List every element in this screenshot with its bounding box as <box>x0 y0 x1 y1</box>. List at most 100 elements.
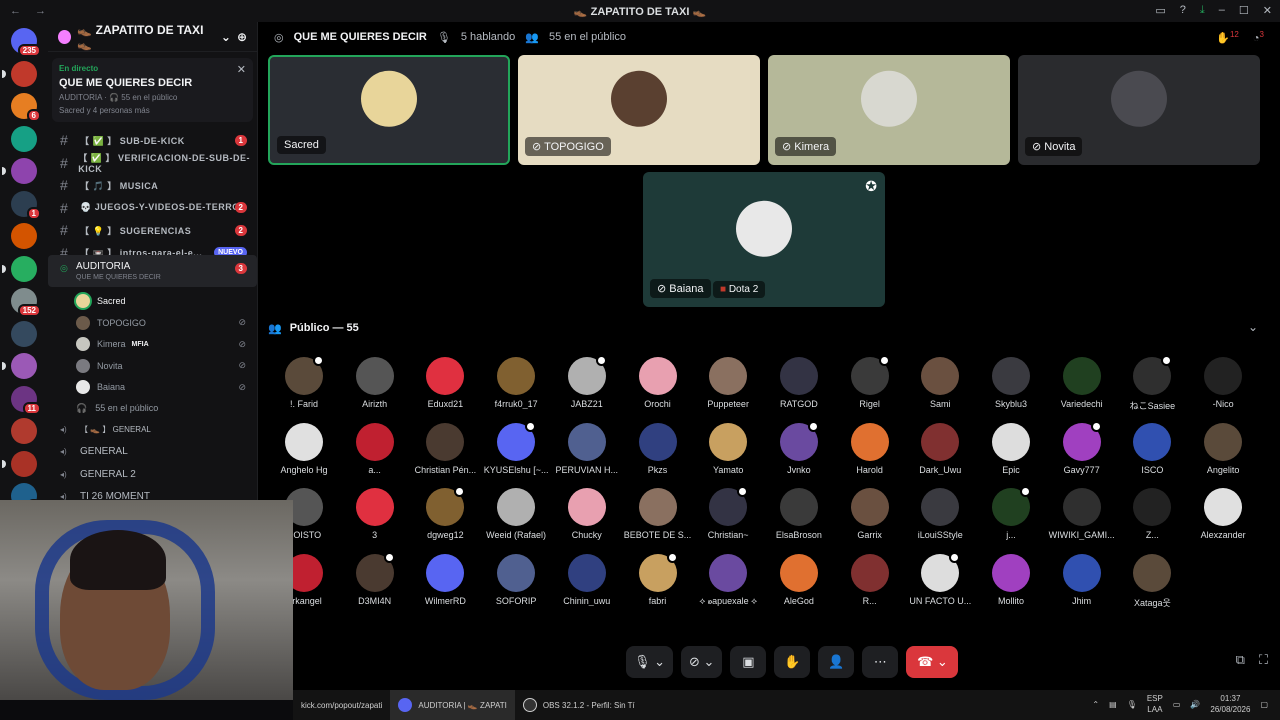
audience-member[interactable]: dgweg12 <box>410 486 480 540</box>
inbox-icon[interactable]: ▭ <box>1155 4 1165 17</box>
voice-channel[interactable]: ◂) GENERAL <box>48 442 257 462</box>
audience-member[interactable]: a... <box>340 422 410 475</box>
audience-member[interactable]: Yamato <box>693 422 763 475</box>
stage-user[interactable]: Baiana ⊘ <box>76 377 256 397</box>
audience-member[interactable]: Puppeteer <box>693 357 763 409</box>
language-indicator[interactable]: ESP LAA <box>1147 693 1163 715</box>
volume-icon[interactable]: 🔊 <box>1190 700 1200 709</box>
audience-member[interactable]: ElsaBroson <box>764 488 834 540</box>
activity-icon[interactable]: ◔3 <box>1253 30 1264 45</box>
deafen-button[interactable]: ⊘ ⌄ <box>681 646 723 678</box>
voice-channel[interactable]: ◂) 【 👞 】 GENERAL <box>48 419 257 439</box>
network-icon[interactable]: ▭ <box>1173 700 1181 709</box>
audience-member[interactable]: Z... <box>1117 488 1187 540</box>
more-button[interactable]: ⋯ <box>862 646 899 678</box>
stage-audience-count[interactable]: 🎧 55 en el público <box>76 398 256 418</box>
text-channel[interactable]: # 【 ✅ 】 VERIFICACION-DE-SUB-DE-KICK <box>48 153 257 174</box>
audience-member[interactable]: PERUVIAN H... <box>552 422 622 475</box>
audience-member[interactable]: Harold <box>835 422 905 475</box>
clock[interactable]: 01:37 26/08/2026 <box>1210 693 1250 715</box>
audience-member[interactable]: 3 <box>340 488 410 540</box>
text-channel[interactable]: # 💀 JUEGOS-Y-VIDEOS-DE-TERROR 2 <box>48 198 257 218</box>
request-speak-icon[interactable]: ✋12 <box>1216 30 1239 45</box>
audience-member[interactable]: -Nico <box>1188 357 1258 409</box>
audience-member[interactable]: j... <box>976 486 1046 540</box>
text-channel[interactable]: # 【 🎵 】 MUSICA <box>48 175 257 195</box>
stage-user[interactable]: Sacred <box>76 291 256 311</box>
audience-member[interactable]: Sami <box>905 357 975 409</box>
add-member-icon[interactable]: ⊕ <box>237 30 247 44</box>
audience-member[interactable]: Epic <box>976 422 1046 475</box>
speaker-tile[interactable]: ⊘ Baiana ■ Dota 2 ✪ <box>643 172 885 307</box>
server-icon[interactable] <box>2 450 37 477</box>
audience-member[interactable]: ISCO <box>1117 422 1187 475</box>
audience-member[interactable]: Pkzs <box>623 422 693 475</box>
server-header[interactable]: 👞 ZAPATITO DE TAXI 👞 ⌄ ⊕ <box>48 22 257 52</box>
audience-member[interactable]: Skyblu3 <box>976 357 1046 409</box>
chevron-down-icon[interactable]: ⌄ <box>1248 320 1258 334</box>
audience-member[interactable]: !. Farid <box>269 355 339 409</box>
audience-member[interactable]: Airizth <box>340 357 410 409</box>
live-stage-card[interactable]: En directo QUE ME QUIERES DECIR AUDITORI… <box>52 58 253 122</box>
server-icon[interactable] <box>2 353 37 379</box>
audience-member[interactable]: Variedechi <box>1047 357 1117 409</box>
audience-member[interactable]: Anghelo Hg <box>269 422 339 475</box>
leave-stage-button[interactable]: ☎ ⌄ <box>906 646 959 678</box>
help-icon[interactable]: ? <box>1180 4 1186 17</box>
fullscreen-icon[interactable]: ⛶ <box>1259 652 1268 668</box>
audience-member[interactable]: Christian Pén... <box>410 422 480 475</box>
server-icon[interactable]: 11 <box>11 385 41 415</box>
mic-button[interactable]: 🎙 ⌄ <box>626 646 674 678</box>
audience-member[interactable]: fabri <box>623 551 693 606</box>
speaker-tile[interactable]: Sacred <box>268 55 510 165</box>
server-icon[interactable] <box>11 223 37 249</box>
audience-member[interactable]: BEBOTE DE S... <box>623 488 693 540</box>
audience-member[interactable]: JABZ21 <box>552 355 622 409</box>
audience-member[interactable]: Garrix <box>835 488 905 540</box>
audience-member[interactable]: WilmerRD <box>410 553 480 606</box>
audience-member[interactable]: UN FACTO U... <box>905 551 975 606</box>
audience-member[interactable]: AleGod <box>764 553 834 606</box>
text-channel[interactable]: # 【 ✅ 】 SUB-DE-KICK 1 <box>48 130 257 150</box>
audience-member[interactable]: iLouiSStyle <box>905 488 975 540</box>
audience-member[interactable]: Chinin_uwu <box>552 553 622 606</box>
speaker-tile[interactable]: ⊘ TOPOGIGO <box>518 55 760 165</box>
audience-member[interactable]: Alexzander <box>1188 488 1258 540</box>
download-icon[interactable]: ⤓ <box>1200 4 1205 17</box>
audience-member[interactable]: ねこSasiee <box>1117 355 1187 412</box>
server-icon[interactable]: 235 <box>11 28 41 57</box>
stage-channel-auditoria[interactable]: AUDITORIA QUE ME QUIERES DECIR 3 ◎ <box>48 255 257 287</box>
speaker-tile[interactable]: ⊘ Kimera <box>768 55 1010 165</box>
audience-member[interactable]: Weeid (Rafael) <box>481 488 551 540</box>
stage-user[interactable]: TOPOGIGO ⊘ <box>76 313 256 333</box>
tray-chevron-icon[interactable]: ⌃ <box>1092 700 1099 709</box>
taskbar-browser[interactable]: kick.com/popout/zapati <box>293 690 390 720</box>
server-icon[interactable] <box>2 60 37 87</box>
audience-member[interactable]: Angelito <box>1188 422 1258 475</box>
audience-member[interactable]: D3MI4N <box>340 551 410 606</box>
audience-member[interactable]: RATGOD <box>764 357 834 409</box>
audience-member[interactable]: Dark_Uwu <box>905 422 975 475</box>
server-icon[interactable] <box>2 158 37 184</box>
audience-member[interactable]: Xataga웃 <box>1117 553 1187 609</box>
audience-member[interactable]: ⟡ ꭷapuexale ⟡ <box>693 553 763 607</box>
taskbar-obs[interactable]: OBS 32.1.2 - Perfil: Sin Tí <box>515 690 643 720</box>
audience-member[interactable]: WIWIKI_GAMI... <box>1047 488 1117 540</box>
server-icon[interactable]: 1 <box>11 190 41 220</box>
audience-member[interactable]: Gavy777 <box>1047 420 1117 475</box>
audience-member[interactable]: Orochi <box>623 357 693 409</box>
taskbar-discord[interactable]: AUDITORIA | 👞 ZAPATI <box>390 690 515 720</box>
server-icon[interactable]: 6 <box>11 93 41 122</box>
server-icon[interactable] <box>2 255 37 282</box>
screen-share-button[interactable]: ▣ <box>730 646 767 678</box>
notifications-icon[interactable]: ▢ <box>1260 700 1268 709</box>
audience-member[interactable]: KYUSElshu [~... <box>481 420 551 475</box>
audience-member[interactable]: Jhim <box>1047 553 1117 606</box>
request-speak-button[interactable]: ✋ <box>774 646 811 678</box>
close-icon[interactable]: ✕ <box>237 63 246 76</box>
close-icon[interactable]: ✕ <box>1263 4 1272 17</box>
maximize-icon[interactable]: ☐ <box>1239 4 1249 17</box>
audience-member[interactable]: R... <box>835 553 905 606</box>
tray-app-icon[interactable]: ▤ <box>1109 700 1117 709</box>
audience-member[interactable]: Mollito <box>976 553 1046 606</box>
